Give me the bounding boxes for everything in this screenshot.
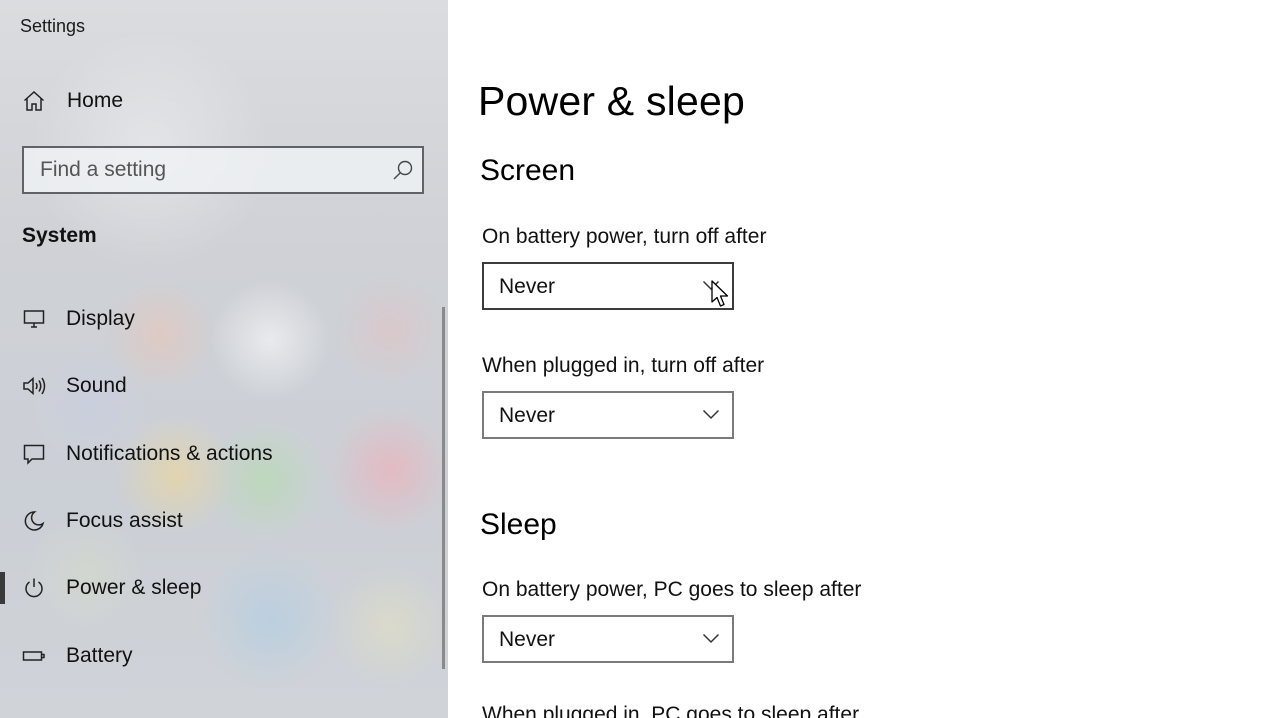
chevron-down-icon xyxy=(702,409,720,420)
page-title: Power & sleep xyxy=(478,78,745,124)
dropdown-value: Never xyxy=(499,275,556,298)
sidebar-item-focus-assist[interactable]: Focus assist xyxy=(0,496,440,546)
screen-plugged-label: When plugged in, turn off after xyxy=(482,354,765,377)
section-heading-system: System xyxy=(22,224,97,247)
sidebar-item-label: Battery xyxy=(66,644,133,667)
sidebar-scrollbar[interactable] xyxy=(442,307,445,669)
sidebar-item-sound[interactable]: Sound xyxy=(0,361,440,411)
sidebar-item-label: Focus assist xyxy=(66,509,183,532)
sidebar: Settings Home System xyxy=(0,0,448,718)
sidebar-item-battery[interactable]: Battery xyxy=(0,631,440,681)
notifications-icon xyxy=(21,441,47,467)
sleep-battery-dropdown[interactable]: Never xyxy=(482,615,734,663)
battery-icon xyxy=(21,643,47,669)
search-input[interactable] xyxy=(24,148,384,192)
sidebar-item-label: Display xyxy=(66,307,135,330)
power-icon xyxy=(21,575,47,601)
display-icon xyxy=(21,306,47,332)
app-title: Settings xyxy=(20,16,86,36)
selected-indicator xyxy=(0,572,5,604)
sidebar-item-notifications[interactable]: Notifications & actions xyxy=(0,429,440,479)
chevron-down-icon xyxy=(702,633,720,644)
settings-window: Settings Home System xyxy=(0,0,1276,718)
screen-battery-label: On battery power, turn off after xyxy=(482,225,767,248)
sidebar-item-label: Sound xyxy=(66,374,127,397)
screen-plugged-dropdown[interactable]: Never xyxy=(482,391,734,439)
sound-icon xyxy=(21,373,47,399)
search-box[interactable] xyxy=(22,146,424,194)
search-icon[interactable] xyxy=(392,159,414,181)
sleep-battery-label: On battery power, PC goes to sleep after xyxy=(482,578,862,601)
focus-assist-icon xyxy=(21,508,47,534)
sleep-heading: Sleep xyxy=(480,508,557,541)
sidebar-item-display[interactable]: Display xyxy=(0,294,440,344)
home-icon xyxy=(21,88,47,114)
dropdown-value: Never xyxy=(499,404,556,427)
dropdown-value: Never xyxy=(499,628,556,651)
screen-heading: Screen xyxy=(480,154,576,187)
sidebar-item-home[interactable]: Home xyxy=(0,76,440,126)
sidebar-item-label: Home xyxy=(67,89,124,112)
sidebar-item-label: Notifications & actions xyxy=(66,442,273,465)
sidebar-item-power-sleep[interactable]: Power & sleep xyxy=(0,563,440,613)
mouse-cursor-icon xyxy=(711,280,729,307)
main-content: Power & sleep Screen On battery power, t… xyxy=(448,0,1276,718)
screen-battery-dropdown[interactable]: Never xyxy=(482,262,734,310)
sleep-plugged-label: When plugged in, PC goes to sleep after xyxy=(482,703,860,718)
sidebar-item-label: Power & sleep xyxy=(66,576,202,599)
